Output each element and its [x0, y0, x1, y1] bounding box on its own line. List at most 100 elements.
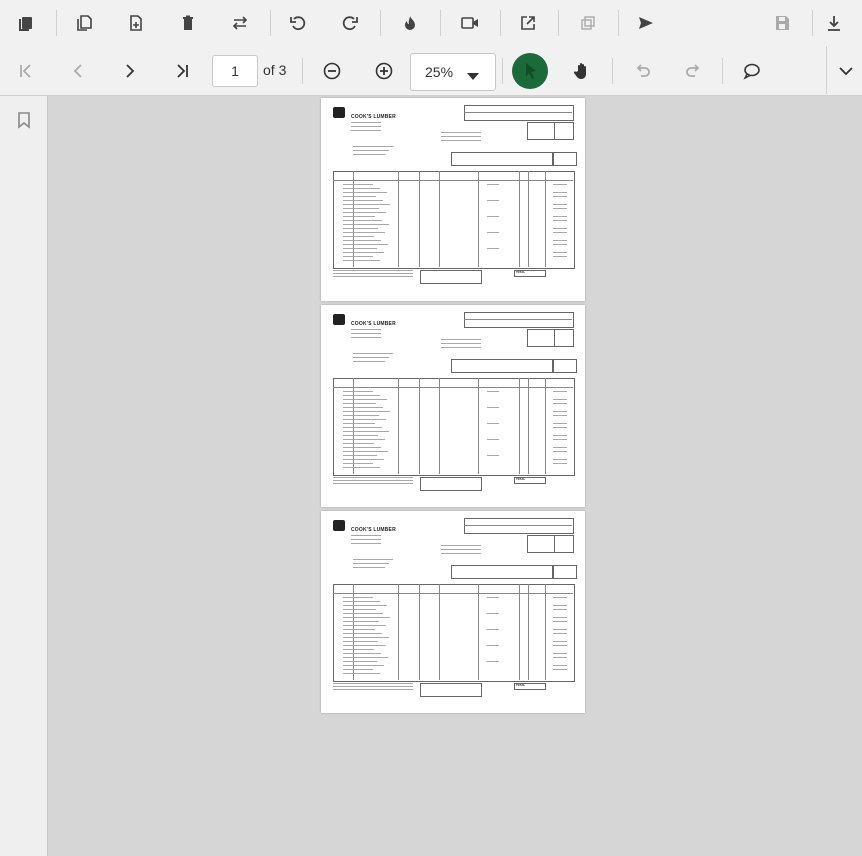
- download-icon[interactable]: [822, 11, 846, 35]
- item-price-line: [487, 455, 499, 456]
- comment-icon[interactable]: [740, 59, 764, 83]
- item-description-line: [343, 232, 385, 233]
- item-amount-line: [553, 641, 567, 642]
- item-description-line: [343, 435, 378, 436]
- last-page-icon[interactable]: [170, 59, 194, 83]
- returned-material-box: [553, 565, 577, 579]
- item-amount-line: [553, 216, 567, 217]
- item-description-line: [343, 188, 380, 189]
- item-price-line: [487, 232, 499, 233]
- item-description-line: [343, 661, 377, 662]
- item-price-line: [487, 629, 499, 630]
- first-page-icon[interactable]: [14, 59, 38, 83]
- footer-note-line: [333, 477, 413, 478]
- item-description-line: [343, 621, 379, 622]
- zoom-out-icon[interactable]: [320, 59, 344, 83]
- footer-note-line: [333, 270, 413, 271]
- chevron-down-icon[interactable]: [834, 59, 858, 83]
- column-divider: [439, 584, 440, 680]
- returned-material-box: [553, 359, 577, 373]
- sold-to-line: [353, 146, 393, 147]
- redo-icon[interactable]: [682, 59, 706, 83]
- item-description-line: [343, 208, 379, 209]
- add-file-icon[interactable]: [124, 11, 148, 35]
- item-description-line: [343, 443, 374, 444]
- item-price-line: [487, 439, 499, 440]
- total-label: TOTAL: [516, 270, 526, 274]
- item-description-line: [343, 415, 379, 416]
- item-description-line: [343, 447, 381, 448]
- hand-pan-icon[interactable]: [570, 59, 594, 83]
- item-description-line: [343, 220, 382, 221]
- item-amount-line: [553, 597, 567, 598]
- item-description-line: [343, 427, 382, 428]
- column-divider: [398, 378, 399, 474]
- item-description-line: [343, 637, 389, 638]
- terms-box: [420, 477, 482, 491]
- item-description-line: [343, 613, 383, 614]
- ship-to-line: [441, 347, 481, 348]
- column-divider: [545, 378, 546, 474]
- item-amount-line: [553, 657, 567, 658]
- item-description-line: [343, 649, 374, 650]
- company-logo: [333, 314, 345, 325]
- ship-to-line: [441, 553, 481, 554]
- previous-page-icon[interactable]: [66, 59, 90, 83]
- item-description-line: [343, 645, 385, 646]
- swap-icon[interactable]: [228, 11, 252, 35]
- terms-box: [420, 270, 482, 284]
- copy-file-icon[interactable]: [72, 11, 96, 35]
- ship-to-line: [441, 132, 481, 133]
- company-logo: [333, 520, 345, 531]
- column-divider: [419, 378, 420, 474]
- footer-note-line: [333, 480, 413, 481]
- zoom-select[interactable]: 25%: [410, 53, 496, 91]
- ship-to-line: [441, 549, 481, 550]
- item-amount-line: [553, 208, 567, 209]
- send-icon[interactable]: [634, 11, 658, 35]
- next-page-icon[interactable]: [118, 59, 142, 83]
- select-tool-button[interactable]: [512, 53, 548, 89]
- item-amount-line: [553, 435, 567, 436]
- item-description-line: [343, 601, 380, 602]
- copy-pages-icon[interactable]: [14, 11, 38, 35]
- company-logo: [333, 107, 345, 118]
- open-external-icon[interactable]: [516, 11, 540, 35]
- item-price-line: [487, 407, 499, 408]
- column-divider: [519, 584, 520, 680]
- delete-icon[interactable]: [176, 11, 200, 35]
- column-divider: [439, 378, 440, 474]
- item-amount-line: [553, 403, 567, 404]
- shipping-info-table: [451, 152, 553, 166]
- ship-to-box: [527, 122, 555, 140]
- item-amount-line: [553, 463, 567, 464]
- page-number-input[interactable]: 1: [212, 55, 258, 87]
- item-amount-line: [553, 653, 567, 654]
- main-toolbar: [0, 0, 862, 47]
- total-label: TOTAL: [516, 477, 526, 481]
- undo-rotate-icon[interactable]: [286, 11, 310, 35]
- zoom-in-icon[interactable]: [372, 59, 396, 83]
- item-description-line: [343, 228, 378, 229]
- company-name: COOK'S LUMBER: [351, 321, 396, 327]
- item-description-line: [343, 673, 380, 674]
- item-amount-line: [553, 204, 567, 205]
- save-icon[interactable]: [770, 11, 794, 35]
- column-divider: [519, 171, 520, 267]
- bookmark-icon[interactable]: [14, 110, 34, 130]
- video-icon[interactable]: [458, 11, 482, 35]
- item-description-line: [343, 641, 378, 642]
- undo-icon[interactable]: [630, 59, 654, 83]
- redo-rotate-icon[interactable]: [338, 11, 362, 35]
- item-amount-line: [553, 192, 567, 193]
- item-description-line: [343, 455, 377, 456]
- company-name: COOK'S LUMBER: [351, 114, 396, 120]
- flame-icon[interactable]: [398, 11, 422, 35]
- item-description-line: [343, 625, 386, 626]
- item-amount-line: [553, 415, 567, 416]
- cursor-icon: [526, 63, 536, 79]
- stack-icon[interactable]: [576, 11, 600, 35]
- item-description-line: [343, 653, 381, 654]
- item-description-line: [343, 395, 380, 396]
- document-page-3: COOK'S LUMBER TOTAL: [321, 511, 585, 713]
